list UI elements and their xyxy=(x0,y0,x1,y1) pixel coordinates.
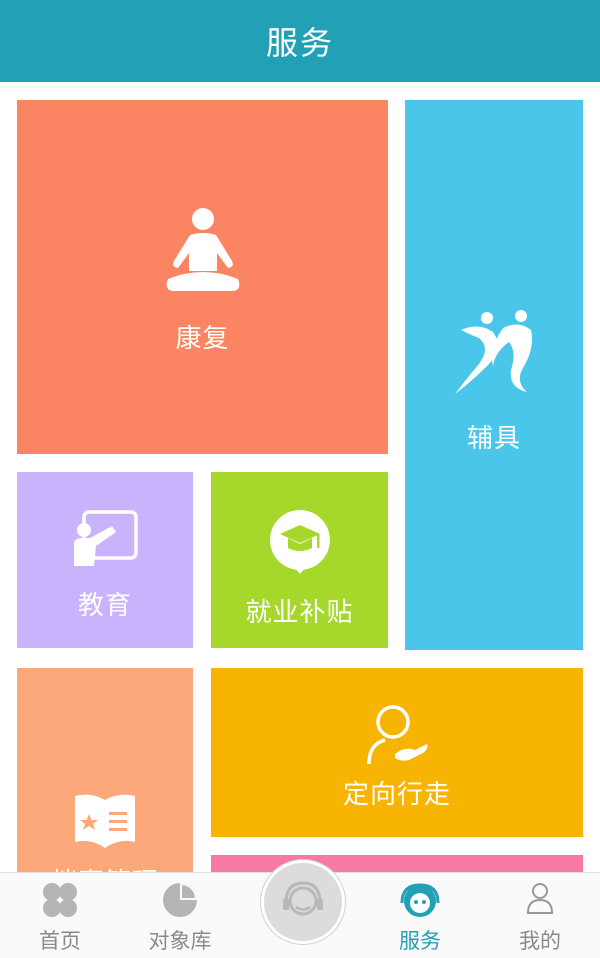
meditation-icon xyxy=(160,205,246,299)
tile-label: 就业补贴 xyxy=(245,598,354,628)
headset-service-icon xyxy=(280,877,326,927)
tab-label: 首页 xyxy=(39,929,81,953)
tab-mine[interactable]: 我的 xyxy=(480,873,600,958)
tile-education[interactable]: 教育 xyxy=(17,472,193,648)
tab-home[interactable]: 首页 xyxy=(0,873,120,958)
tile-label: 康复 xyxy=(175,324,230,354)
header-bar: 服务 xyxy=(0,0,600,82)
tile-employment[interactable]: 就业补贴 xyxy=(211,472,388,648)
service-agent-icon xyxy=(400,881,440,925)
tile-aids[interactable]: 辅具 xyxy=(405,100,583,650)
dancing-figures-icon xyxy=(449,308,539,402)
tab-label: 我的 xyxy=(519,929,561,953)
tile-rehab[interactable]: 康复 xyxy=(17,100,388,454)
star-book-icon xyxy=(73,792,137,856)
tab-label: 对象库 xyxy=(148,929,212,953)
tile-label: 定向行走 xyxy=(342,780,451,810)
customer-service-button[interactable] xyxy=(261,860,345,944)
pie-chart-icon xyxy=(161,881,199,923)
tile-archive[interactable]: 档案管理 xyxy=(17,668,193,872)
clover-icon xyxy=(41,881,79,923)
graduation-cap-icon xyxy=(268,508,332,578)
tile-label: 档案管理 xyxy=(17,862,193,872)
user-icon xyxy=(525,881,555,919)
tab-object-library[interactable]: 对象库 xyxy=(120,873,240,958)
tile-label: 教育 xyxy=(77,591,132,621)
page-title: 服务 xyxy=(265,24,334,62)
tile-extra[interactable] xyxy=(211,855,583,872)
tile-mobility[interactable]: 定向行走 xyxy=(211,668,583,837)
tile-label: 辅具 xyxy=(466,424,521,454)
person-helping-hand-icon xyxy=(365,704,429,770)
tab-service[interactable]: 服务 xyxy=(360,873,480,958)
teacher-board-icon xyxy=(72,510,138,572)
tab-label: 服务 xyxy=(399,929,441,953)
